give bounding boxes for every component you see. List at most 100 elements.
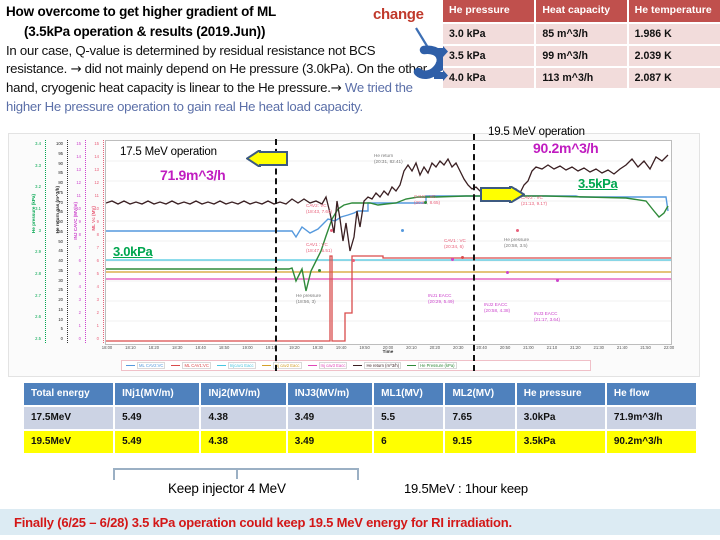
annotation-17-5-mev-operation: 17.5 MeV operation — [120, 146, 217, 158]
callout-cav1-vc-1: CAV1 : VC (18:47, 5.51) — [306, 242, 333, 253]
he-cell-pressure-2: 3.5 kPa — [443, 43, 537, 67]
legend-label: ML CAV2:VC — [137, 362, 166, 369]
res-col-ml2: ML2(MV) — [444, 383, 517, 406]
axis-tick-label: 12 — [94, 179, 99, 185]
axis-tick-label: 11 — [94, 192, 99, 198]
he-table-col-pressure: He pressure — [443, 0, 537, 23]
axis-tick-label: 3.4 — [35, 140, 41, 146]
axis-tick-label: 70 — [58, 199, 63, 205]
he-cell-temp-1: 1.986 K — [627, 21, 720, 45]
res-r1-total-energy: 17.5MeV — [24, 405, 116, 430]
res-r1-ml2: 7.65 — [444, 405, 517, 430]
right-arrow-icon-2: → — [330, 80, 342, 96]
injector-span-bracket — [113, 468, 359, 480]
res-r2-inj3: 3.49 — [286, 429, 375, 453]
callout-marker-5 — [516, 229, 519, 232]
he-operation-trend-chart: He pressure (kPa) He return gas (m^3/h) … — [8, 133, 700, 377]
annotation-71-9-flow: 71.9m^3/h — [160, 167, 226, 183]
caption-keep-injector: Keep injector 4 MeV — [168, 481, 286, 496]
he-cell-pressure-3: 4.0 kPa — [443, 65, 537, 88]
callout-inj2-eacc: INJ2 EACC (20:58, 4.38) — [484, 302, 511, 313]
axis-tick-label: 6 — [78, 257, 81, 263]
row-pointer-arrow-icon-2 — [434, 70, 448, 81]
callout-marker-10 — [556, 279, 559, 282]
axis-tick-label: 5 — [96, 270, 99, 276]
legend-item: He Pressure (kPa) — [407, 362, 457, 369]
change-label: change — [373, 6, 424, 23]
he-table-col-heat-capacity: Heat capacity — [535, 0, 629, 23]
res-r2-he-pressure: 3.5kPa — [515, 429, 607, 453]
axis-tick-label: 0 — [96, 335, 99, 341]
callout-marker-7 — [424, 201, 427, 204]
table-row: 19.5MeV 5.49 4.38 3.49 6 9.15 3.5kPa 90.… — [24, 429, 696, 453]
axis-tick-label: 12 — [76, 179, 81, 185]
res-r2-inj2: 4.38 — [200, 429, 288, 453]
axis-tick-label: 3 — [38, 227, 41, 233]
legend-item: Inj cav3 Eacc — [307, 362, 348, 369]
right-pointing-arrow-icon — [480, 186, 525, 203]
axis-tick-label: 3.3 — [35, 162, 41, 168]
axis-tick-label: 8 — [96, 231, 99, 237]
header-body-paragraph: In our case, Q-value is determined by re… — [6, 42, 438, 116]
res-r2-ml2: 9.15 — [444, 429, 517, 453]
res-col-he-flow: He flow — [605, 383, 696, 406]
legend-label: He Pressure (kPa) — [418, 362, 457, 369]
axis-tick-label: 0 — [60, 335, 63, 341]
legend-item: ML CAV2:VC — [126, 362, 166, 369]
bracket-mid-tick — [236, 470, 238, 479]
axis-tick-label: 5 — [60, 326, 63, 332]
axis-ticks-inj: 15 14 13 12 11 10 9 8 7 6 5 4 3 2 1 0 — [69, 140, 83, 343]
axis-tick-label: 2.5 — [35, 335, 41, 341]
legend-swatch — [307, 364, 317, 367]
callout-marker-1 — [330, 229, 333, 232]
axis-tick-label: 45 — [58, 248, 63, 254]
axis-tick-label: 90 — [58, 160, 63, 166]
callout-cav1-vc-2: CAV1 : VC (20:34, 6) — [444, 238, 466, 249]
axis-tick-label: 80 — [58, 179, 63, 185]
callout-cav2-vc-1: CAV2: VC (18:43, 7.64) — [306, 203, 333, 214]
callout-he-pressure-1: He pressure (18:56, 3) — [296, 293, 322, 304]
axis-tick-label: 25 — [58, 287, 63, 293]
axis-tick-label: 2.9 — [35, 249, 41, 255]
he-table-header-row: He pressure Heat capacity He temperature — [443, 0, 720, 23]
axis-tick-label: 9 — [78, 218, 81, 224]
res-col-total-energy: Total energy — [24, 383, 116, 406]
axis-tick-label: 9 — [96, 218, 99, 224]
caption-1hour-keep: 19.5MeV : 1hour keep — [404, 481, 528, 496]
legend-label: Injcav1 Eacc — [227, 362, 256, 369]
axis-tick-label: 60 — [58, 218, 63, 224]
footer-conclusion-bar: Finally (6/25 – 6/28) 3.5 kPa operation … — [0, 509, 720, 535]
page-title-line1: How overcome to get higher gradient of M… — [6, 4, 277, 19]
legend-swatch — [171, 364, 181, 367]
callout-marker-8 — [451, 258, 454, 261]
page-title-line2: (3.5kPa operation & results (2019.Jun)) — [24, 23, 266, 39]
he-table-col-temperature: He temperature — [627, 0, 720, 23]
callout-marker-2 — [352, 259, 355, 262]
divider-dashed-line-right — [473, 134, 475, 371]
legend-label: Inj cav3 Eacc — [318, 362, 348, 369]
he-cell-capacity-2: 99 m^3/h — [535, 43, 629, 67]
callout-marker-6 — [461, 256, 464, 259]
axis-tick-label: 7 — [78, 244, 81, 250]
axis-tick-label: 0 — [78, 335, 81, 341]
table-row: 3.5 kPa 99 m^3/h 2.039 K — [443, 43, 720, 67]
axis-tick-label: 2.6 — [35, 314, 41, 320]
table-row: 3.0 kPa 85 m^3/h 1.986 K — [443, 21, 720, 45]
axis-ticks-ml: 15 14 13 12 11 10 9 8 7 6 5 4 3 2 1 0 — [87, 140, 101, 343]
axis-tick-label: 2 — [96, 309, 99, 315]
res-r1-inj1: 5.49 — [114, 405, 202, 430]
he-cell-capacity-1: 85 m^3/h — [535, 21, 629, 45]
legend-swatch — [261, 364, 271, 367]
axis-tick-label: 11 — [76, 192, 81, 198]
res-r2-he-flow: 90.2m^3/h — [605, 429, 696, 453]
res-r1-inj3: 3.49 — [286, 405, 375, 430]
legend-item: Injcav1 Eacc — [216, 362, 256, 369]
axis-ticks-he-pressure: 3.4 3.3 3.2 3.1 3 2.9 2.8 2.7 2.6 2.5 — [17, 140, 43, 343]
axis-tick-label: 3 — [78, 296, 81, 302]
callout-he-pressure-2: He pressure (20:58, 3.5) — [504, 237, 530, 248]
axis-tick-label: 3.2 — [35, 184, 41, 190]
annotation-19-5-mev-operation: 19.5 MeV operation — [488, 126, 585, 138]
legend-item: He return (m^3/h) — [353, 362, 402, 369]
left-pointing-arrow-icon — [246, 150, 288, 167]
res-r1-ml1: 5.5 — [373, 405, 446, 430]
